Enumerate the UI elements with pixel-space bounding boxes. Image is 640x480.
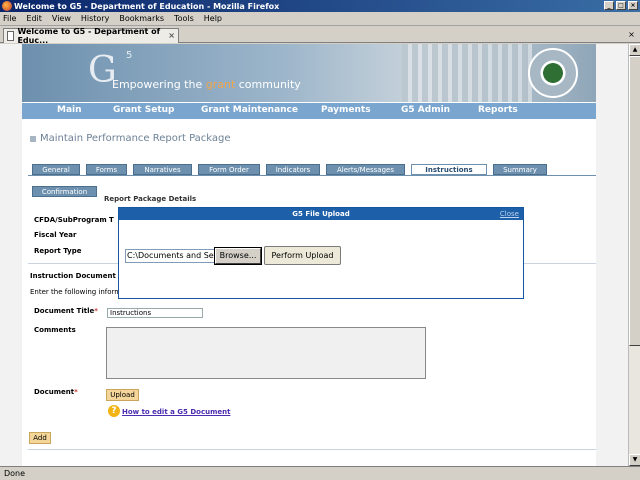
label-instruction-document: Instruction Document: [30, 272, 116, 280]
nav-reports[interactable]: Reports: [478, 105, 518, 115]
main-nav: Main Grant Setup Grant Maintenance Payme…: [22, 103, 596, 119]
page-title: Maintain Performance Report Package: [30, 133, 231, 144]
browser-tab[interactable]: Welcome to G5 - Department of Educ... ×: [3, 27, 179, 45]
slogan-highlight: grant: [205, 78, 236, 91]
tab-close-icon[interactable]: ×: [168, 31, 175, 40]
tab-instructions[interactable]: Instructions: [411, 164, 487, 175]
label-fiscal-year: Fiscal Year: [34, 231, 77, 239]
instruction-text: Enter the following inform: [30, 288, 122, 296]
window-controls: _ □ ×: [604, 1, 638, 10]
bottom-divider: [28, 449, 596, 450]
slogan-suffix: community: [235, 78, 301, 91]
tab-form-order[interactable]: Form Order: [198, 164, 260, 175]
menu-view[interactable]: View: [52, 14, 71, 23]
label-document: Document*: [34, 388, 78, 396]
dialog-header: G5 File Upload Close: [119, 208, 523, 220]
help-link[interactable]: How to edit a G5 Document: [122, 408, 230, 416]
menu-bookmarks[interactable]: Bookmarks: [119, 14, 164, 23]
menu-file[interactable]: File: [3, 14, 16, 23]
help-icon: ?: [108, 405, 120, 417]
label-report-type: Report Type: [34, 247, 82, 255]
nav-g5-admin[interactable]: G5 Admin: [401, 105, 450, 115]
minimize-button[interactable]: _: [604, 1, 614, 10]
browser-tab-bar: Welcome to G5 - Department of Educ... × …: [0, 27, 640, 45]
status-text: Done: [4, 469, 26, 478]
title-bar: Welcome to G5 - Department of Education …: [0, 0, 640, 12]
menu-history[interactable]: History: [81, 14, 109, 23]
tab-summary[interactable]: Summary: [493, 164, 547, 175]
page-margin-left: [0, 44, 22, 466]
tab-indicators[interactable]: Indicators: [266, 164, 320, 175]
maximize-button[interactable]: □: [616, 1, 626, 10]
slogan-prefix: Empowering the: [112, 78, 206, 91]
status-bar: Done: [0, 466, 640, 480]
label-document-text: Document: [34, 388, 75, 396]
required-marker: *: [94, 307, 98, 315]
tab-general[interactable]: General: [32, 164, 80, 175]
label-comments: Comments: [34, 326, 76, 334]
tab-narratives[interactable]: Narratives: [133, 164, 192, 175]
label-document-title: Document Title*: [34, 307, 98, 315]
label-document-title-text: Document Title: [34, 307, 95, 315]
nav-main[interactable]: Main: [57, 105, 82, 115]
scroll-thumb[interactable]: [629, 56, 640, 346]
dialog-close-link[interactable]: Close: [500, 208, 519, 220]
page-margin-right: [596, 44, 628, 466]
bookshelf-image: [402, 44, 532, 102]
browser-window: Welcome to G5 - Department of Education …: [0, 0, 640, 480]
nav-grant-setup[interactable]: Grant Setup: [113, 105, 174, 115]
window-title: Welcome to G5 - Department of Education …: [14, 1, 280, 11]
department-seal-icon: [528, 48, 578, 98]
document-title-input[interactable]: Instructions: [107, 308, 203, 318]
section-title: Report Package Details: [104, 195, 197, 203]
title-bullet-icon: [30, 135, 36, 142]
menu-bar: File Edit View History Bookmarks Tools H…: [0, 12, 640, 26]
scroll-down-arrow-icon[interactable]: ▼: [629, 454, 640, 466]
file-upload-dialog: G5 File Upload Close C:\Documents and Se…: [118, 207, 524, 299]
dialog-title: G5 File Upload: [292, 210, 350, 218]
upload-button[interactable]: Upload: [106, 389, 139, 401]
page-title-text: Maintain Performance Report Package: [40, 133, 231, 144]
browse-button[interactable]: Browse...: [214, 247, 262, 265]
required-marker: *: [74, 388, 78, 396]
nav-grant-maintenance[interactable]: Grant Maintenance: [201, 105, 298, 115]
tab-forms[interactable]: Forms: [86, 164, 127, 175]
firefox-icon: [2, 1, 12, 11]
header-banner: G 5 Empowering the grant community: [22, 44, 596, 102]
tab-confirmation[interactable]: Confirmation: [32, 186, 97, 197]
label-cfda: CFDA/SubProgram T: [34, 216, 114, 224]
comments-textarea[interactable]: [106, 327, 426, 379]
browser-tab-title: Welcome to G5 - Department of Educ...: [17, 27, 161, 45]
close-tab-icon[interactable]: ×: [626, 29, 637, 40]
close-window-button[interactable]: ×: [628, 1, 638, 10]
file-path-input[interactable]: C:\Documents and Setti: [125, 249, 215, 263]
tab-underline: [28, 175, 596, 176]
page-icon: [7, 31, 15, 41]
vertical-scrollbar[interactable]: ▲ ▼: [628, 44, 640, 466]
nav-payments[interactable]: Payments: [321, 105, 371, 115]
page-viewport: G 5 Empowering the grant community Main …: [0, 44, 628, 466]
scroll-up-arrow-icon[interactable]: ▲: [629, 44, 640, 56]
slogan: Empowering the grant community: [112, 78, 301, 91]
tab-alerts-messages[interactable]: Alerts/Messages: [326, 164, 405, 175]
add-button[interactable]: Add: [29, 432, 51, 444]
perform-upload-button[interactable]: Perform Upload: [264, 246, 341, 265]
menu-help[interactable]: Help: [204, 14, 222, 23]
g5-logo-superscript: 5: [126, 50, 133, 61]
menu-tools[interactable]: Tools: [174, 14, 194, 23]
menu-edit[interactable]: Edit: [26, 14, 42, 23]
